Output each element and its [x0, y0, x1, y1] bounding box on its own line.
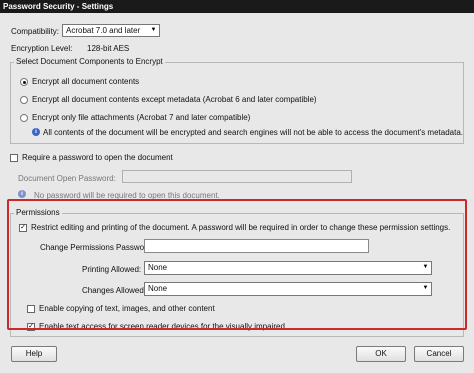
compatibility-label: Compatibility: [11, 27, 60, 36]
ok-button[interactable]: OK [356, 346, 406, 362]
radio-encrypt-all-label[interactable]: Encrypt all document contents [32, 77, 139, 86]
encryption-level-label: Encryption Level: [11, 44, 73, 53]
info-icon: i [18, 190, 26, 198]
info-icon: i [32, 128, 40, 136]
highlight-frame [7, 199, 467, 330]
compatibility-select[interactable]: Acrobat 7.0 and later ▼ [62, 24, 160, 37]
require-open-password-label[interactable]: Require a password to open the document [22, 153, 173, 162]
compatibility-value: Acrobat 7.0 and later [66, 26, 141, 35]
password-security-dialog: Password Security - Settings Compatibili… [0, 0, 474, 373]
encryption-level-value: 128-bit AES [87, 44, 130, 53]
cancel-button[interactable]: Cancel [414, 346, 464, 362]
require-open-password-checkbox[interactable] [10, 154, 18, 162]
radio-encrypt-attachments[interactable] [20, 114, 28, 122]
open-password-input[interactable] [122, 170, 352, 183]
encrypt-components-legend: Select Document Components to Encrypt [14, 57, 165, 66]
title-bar: Password Security - Settings [0, 0, 474, 13]
chevron-down-icon: ▼ [150, 27, 157, 33]
radio-encrypt-all[interactable] [20, 78, 28, 86]
radio-encrypt-attachments-label[interactable]: Encrypt only file attachments (Acrobat 7… [32, 113, 250, 122]
radio-encrypt-except-metadata[interactable] [20, 96, 28, 104]
help-button[interactable]: Help [11, 346, 57, 362]
open-password-label: Document Open Password: [18, 174, 116, 183]
encrypt-info-text: All contents of the document will be enc… [43, 128, 463, 137]
window-title: Password Security - Settings [3, 2, 114, 11]
radio-encrypt-except-metadata-label[interactable]: Encrypt all document contents except met… [32, 95, 317, 104]
